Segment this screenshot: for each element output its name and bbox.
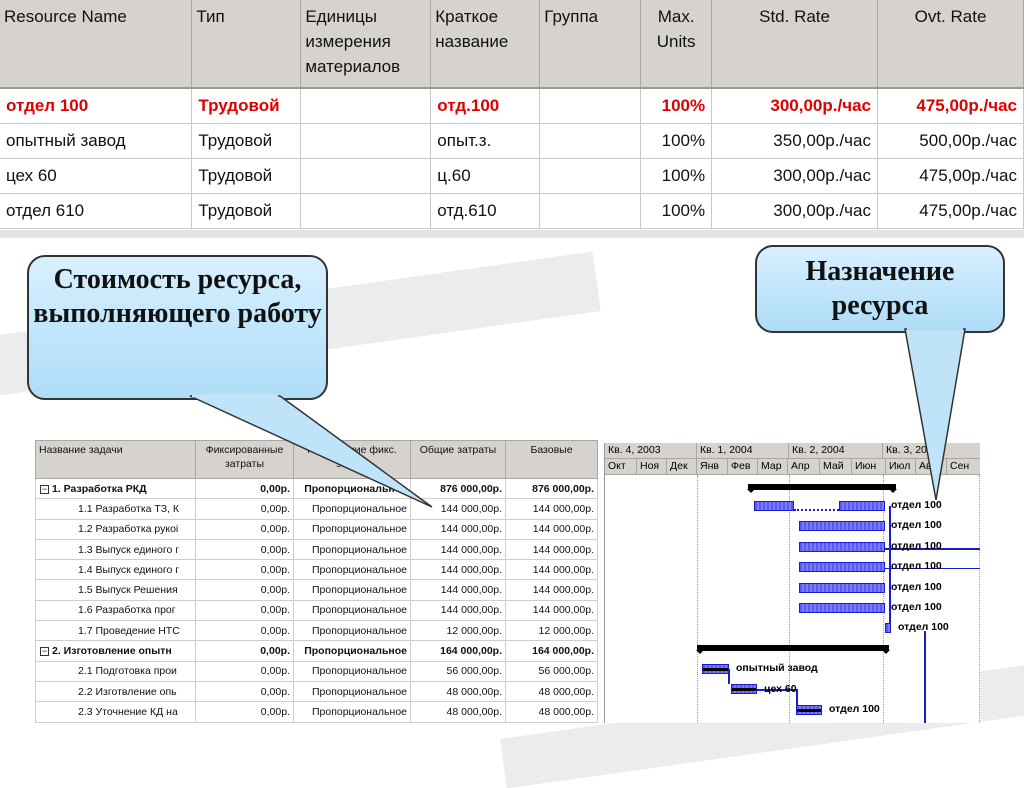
assignment-callout-pointer <box>904 328 966 501</box>
cost-callout-pointer <box>189 395 433 508</box>
callout-pointers <box>189 327 966 508</box>
